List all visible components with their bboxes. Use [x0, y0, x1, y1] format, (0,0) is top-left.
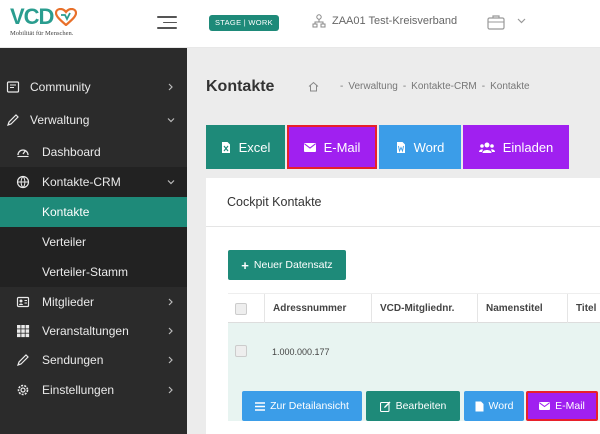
chevron-right-icon	[168, 327, 173, 335]
heart-icon	[55, 8, 78, 26]
word-file-icon	[396, 141, 405, 153]
stage-badge: STAGE | WORK	[209, 15, 279, 31]
home-icon[interactable]	[308, 81, 319, 92]
chevron-down-icon	[167, 180, 175, 185]
row-word-button[interactable]: Word	[464, 391, 524, 421]
chevron-right-icon	[168, 356, 173, 364]
dashboard-icon	[17, 149, 29, 158]
organization-selector[interactable]: ZAA01 Test-Kreisverband	[312, 14, 457, 28]
vcd-logo[interactable]: VCD Mobilität für Menschen.	[10, 4, 78, 37]
sidebar-item-label: Sendungen	[42, 353, 104, 367]
invite-button[interactable]: Einladen	[463, 125, 569, 169]
sidebar-item-kontakte[interactable]: Kontakte	[0, 197, 187, 227]
organization-name: ZAA01 Test-Kreisverband	[332, 15, 458, 27]
detail-view-label: Zur Detailansicht	[270, 400, 349, 412]
breadcrumb-item[interactable]: Kontakte-CRM	[411, 81, 477, 92]
adressnummer-cell: 1.000.000.177	[272, 347, 330, 357]
briefcase-icon[interactable]	[487, 14, 505, 30]
sidebar-item-label: Kontakte	[42, 205, 90, 219]
email-label: E-Mail	[323, 139, 361, 155]
row-email-label: E-Mail	[555, 400, 585, 412]
divider	[206, 226, 600, 227]
logo-tagline: Mobilität für Menschen.	[10, 30, 74, 37]
chevron-right-icon	[168, 298, 173, 306]
pencil-icon	[17, 354, 29, 366]
select-all-checkbox[interactable]	[235, 303, 247, 315]
envelope-icon	[303, 142, 316, 152]
edit-icon	[379, 401, 391, 412]
logo-text: VCD	[10, 4, 54, 29]
row-checkbox[interactable]	[235, 345, 247, 357]
word-export-button[interactable]: Word	[379, 125, 461, 169]
column-header[interactable]: Adressnummer	[264, 294, 371, 324]
list-icon	[255, 401, 266, 411]
sidebar-item-dashboard[interactable]: Dashboard	[0, 137, 187, 167]
community-icon	[6, 81, 20, 93]
top-bar: VCD Mobilität für Menschen. STAGE | WORK…	[0, 0, 600, 48]
excel-label: Excel	[238, 139, 271, 155]
pencil-icon	[7, 114, 19, 126]
breadcrumb-item: Kontakte	[490, 81, 530, 92]
globe-icon	[16, 175, 30, 189]
sidebar-item-label: Dashboard	[42, 145, 101, 159]
sidebar-item-label: Verwaltung	[30, 113, 90, 127]
row-word-label: Word	[488, 400, 514, 412]
excel-file-icon	[221, 141, 230, 153]
column-header[interactable]: Titel	[567, 294, 600, 324]
invite-label: Einladen	[502, 139, 554, 155]
sidebar-item-community[interactable]: Community	[0, 72, 187, 102]
page-title: Kontakte	[206, 78, 275, 95]
new-record-label: Neuer Datensatz	[253, 259, 333, 271]
word-label: Word	[413, 139, 445, 155]
sidebar-item-label: Einstellungen	[42, 383, 115, 397]
document-icon	[475, 401, 484, 411]
envelope-icon	[539, 402, 551, 410]
sidebar-item-label: Veranstaltungen	[42, 324, 129, 338]
sidebar-item-verteiler-stamm[interactable]: Verteiler-Stamm	[0, 257, 187, 287]
row-email-button[interactable]: E-Mail	[526, 391, 598, 421]
new-record-button[interactable]: + Neuer Datensatz	[228, 250, 346, 280]
sidebar-item-sendungen[interactable]: Sendungen	[0, 345, 187, 375]
sidebar-item-einstellungen[interactable]: Einstellungen	[0, 375, 187, 405]
table-header: Adressnummer VCD-Mitgliednr. Namenstitel…	[228, 293, 600, 324]
sidebar-item-label: Verteiler-Stamm	[42, 265, 129, 279]
card-title: Cockpit Kontakte	[227, 195, 322, 209]
sidebar-item-verwaltung[interactable]: Verwaltung	[0, 105, 187, 135]
sidebar: Community Verwaltung Dashboard Kontakte-…	[0, 48, 187, 434]
detail-view-button[interactable]: Zur Detailansicht	[242, 391, 362, 421]
sidebar-item-label: Kontakte-CRM	[42, 175, 121, 189]
chevron-down-icon[interactable]	[517, 18, 526, 24]
sidebar-item-label: Mitglieder	[42, 295, 95, 309]
gear-icon	[17, 384, 29, 396]
excel-export-button[interactable]: Excel	[206, 125, 285, 169]
sidebar-item-veranstaltungen[interactable]: Veranstaltungen	[0, 316, 187, 346]
sidebar-item-mitglieder[interactable]: Mitglieder	[0, 287, 187, 317]
edit-label: Bearbeiten	[395, 400, 447, 412]
edit-button[interactable]: Bearbeiten	[366, 391, 460, 421]
breadcrumb: - Verwaltung - Kontakte-CRM - Kontakte	[308, 81, 530, 92]
grid-icon	[17, 325, 30, 338]
menu-toggle-icon[interactable]	[157, 16, 177, 30]
main-content: Kontakte - Verwaltung - Kontakte-CRM - K…	[187, 48, 600, 434]
sidebar-item-label: Verteiler	[42, 235, 87, 249]
plus-icon: +	[241, 257, 249, 273]
members-icon	[16, 296, 30, 308]
sidebar-item-verteiler[interactable]: Verteiler	[0, 227, 187, 257]
email-button[interactable]: E-Mail	[287, 125, 377, 169]
chevron-right-icon	[168, 386, 173, 394]
chevron-down-icon	[167, 118, 175, 123]
sidebar-item-label: Community	[30, 80, 91, 94]
column-header[interactable]: Namenstitel	[477, 294, 567, 324]
chevron-right-icon	[168, 83, 173, 91]
sidebar-item-kontakte-crm[interactable]: Kontakte-CRM	[0, 167, 187, 197]
org-tree-icon	[312, 14, 326, 28]
users-icon	[478, 142, 495, 153]
column-header[interactable]: VCD-Mitgliednr.	[371, 294, 477, 324]
breadcrumb-item[interactable]: Verwaltung	[348, 81, 397, 92]
